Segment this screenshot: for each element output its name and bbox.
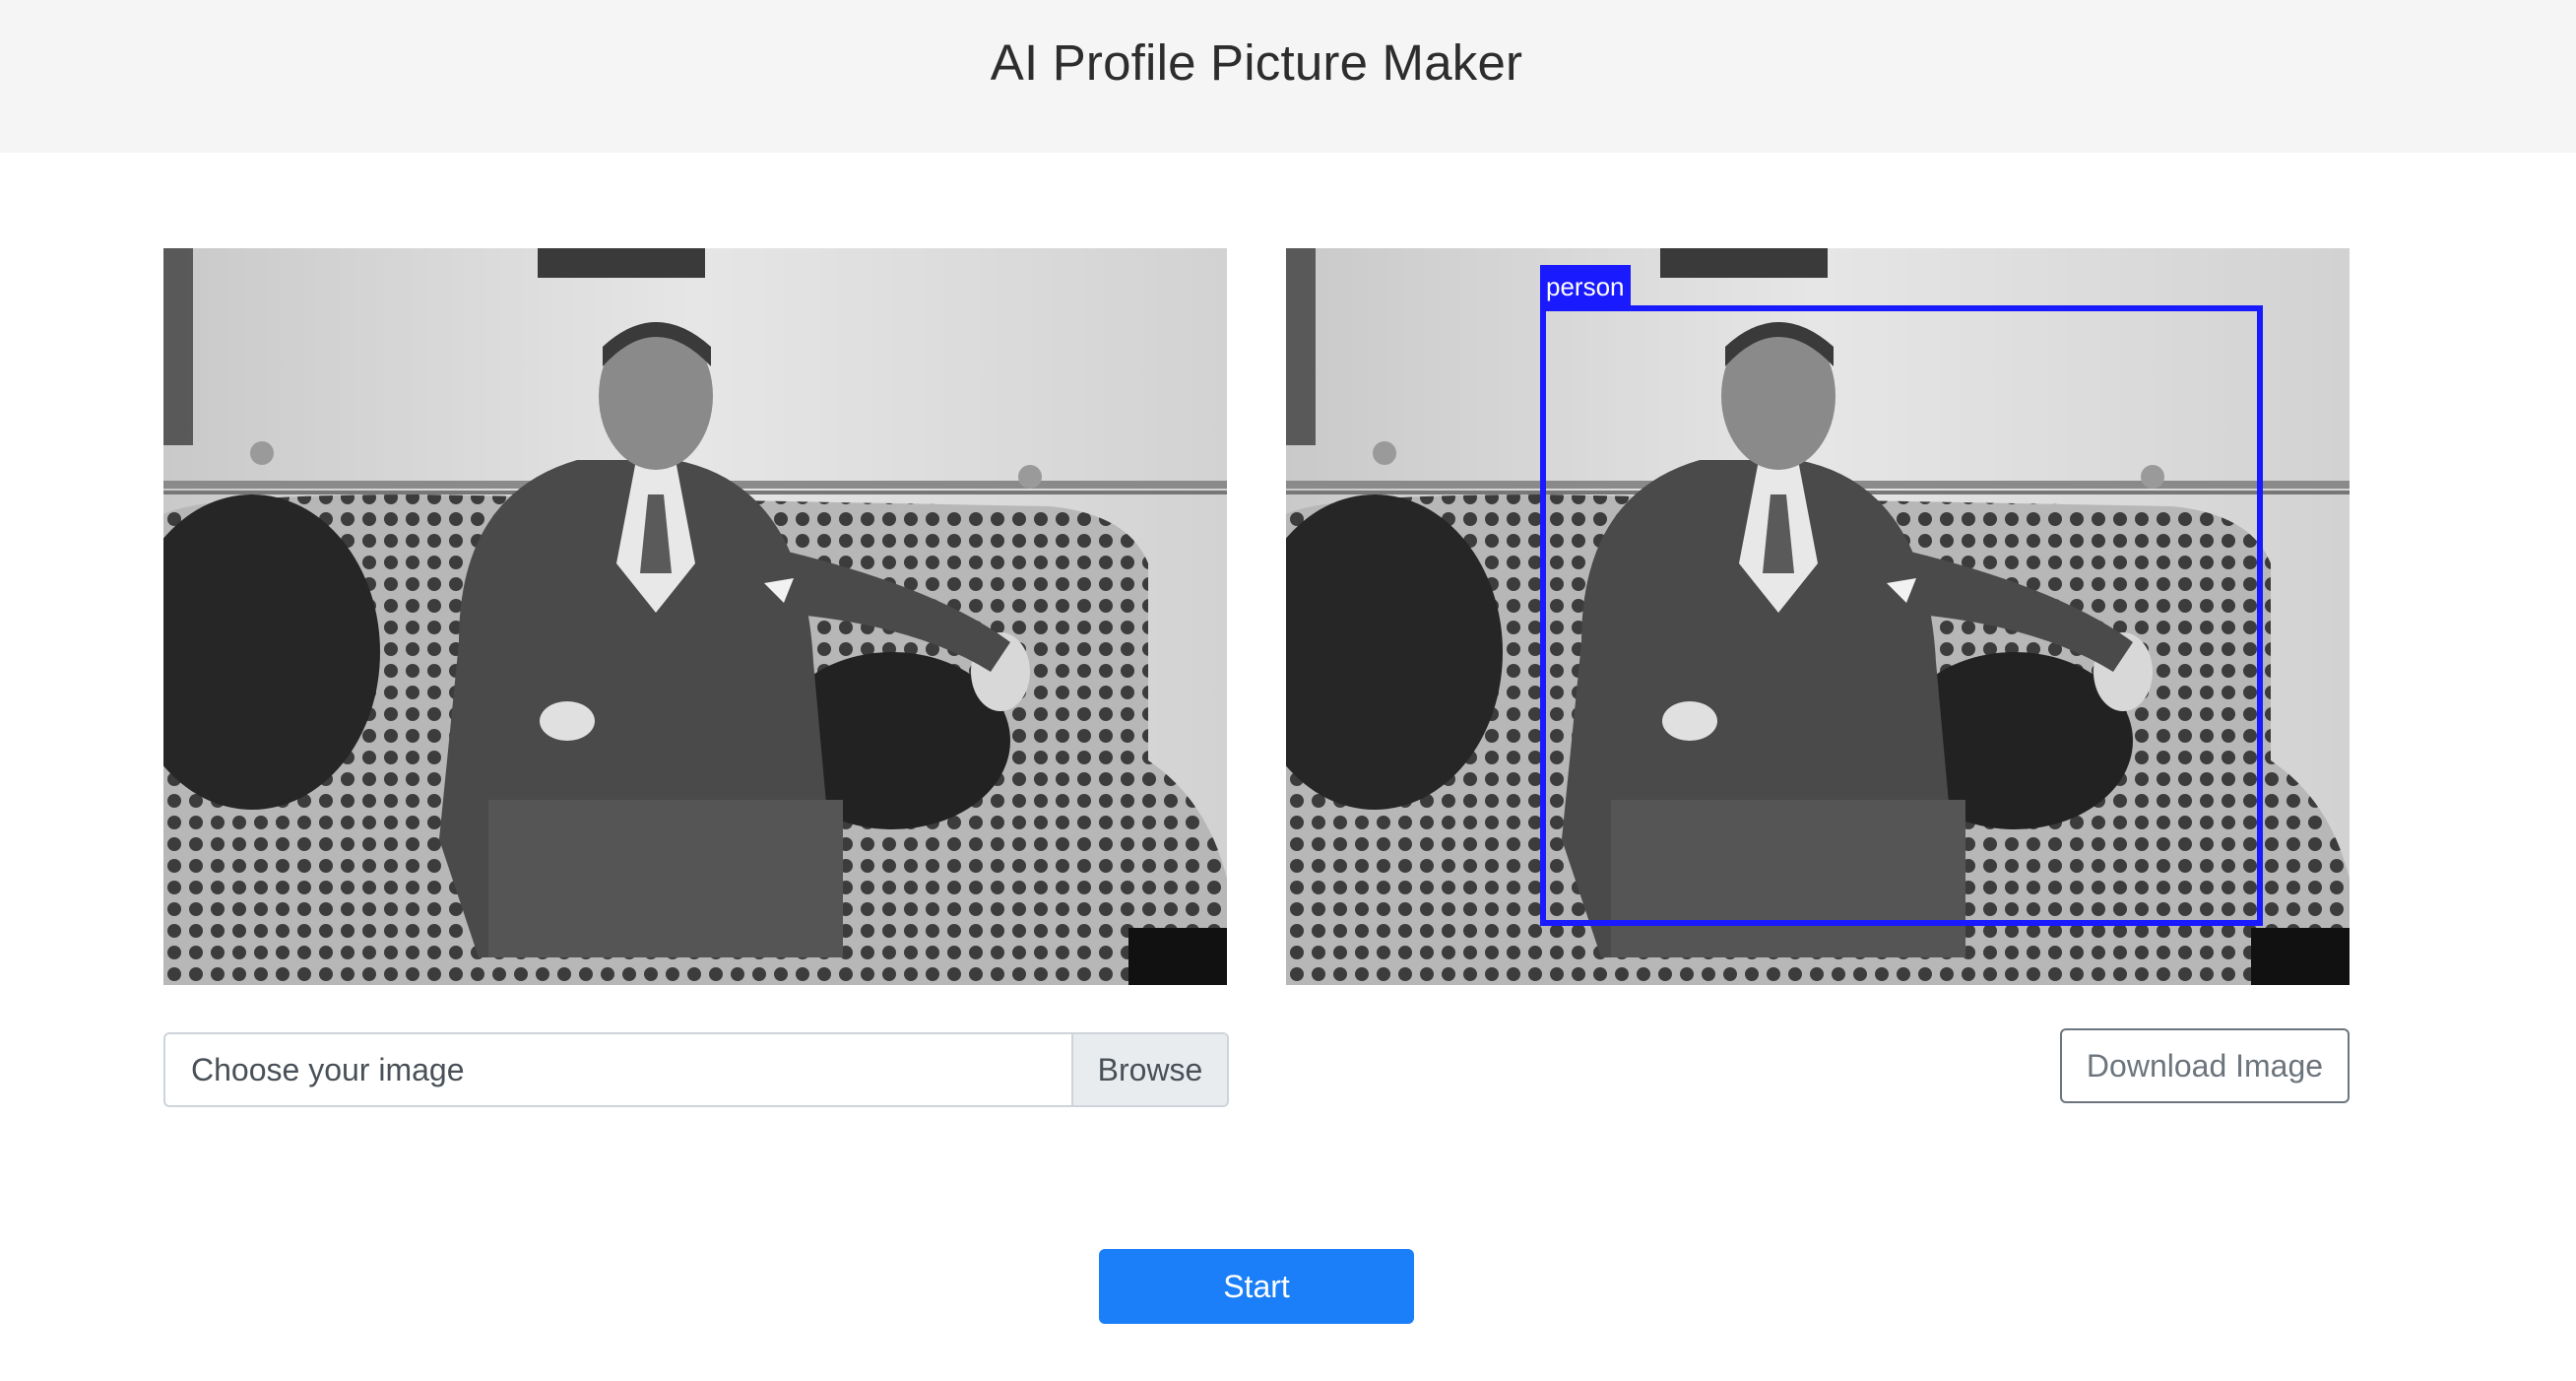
original-photo (163, 248, 1227, 985)
file-input-placeholder: Choose your image (191, 1051, 465, 1087)
start-button[interactable]: Start (1099, 1249, 1414, 1324)
image-file-input[interactable]: Choose your image Browse (163, 1032, 1229, 1107)
header-bar: AI Profile Picture Maker (0, 0, 2576, 153)
download-image-button[interactable]: Download Image (2060, 1028, 2350, 1103)
detection-label: person (1540, 265, 1631, 308)
browse-button[interactable]: Browse (1071, 1034, 1227, 1105)
page-title: AI Profile Picture Maker (990, 34, 1523, 91)
detection-bounding-box (1540, 305, 2263, 926)
original-image-preview (163, 248, 1227, 985)
result-image-preview: person (1286, 248, 2350, 985)
